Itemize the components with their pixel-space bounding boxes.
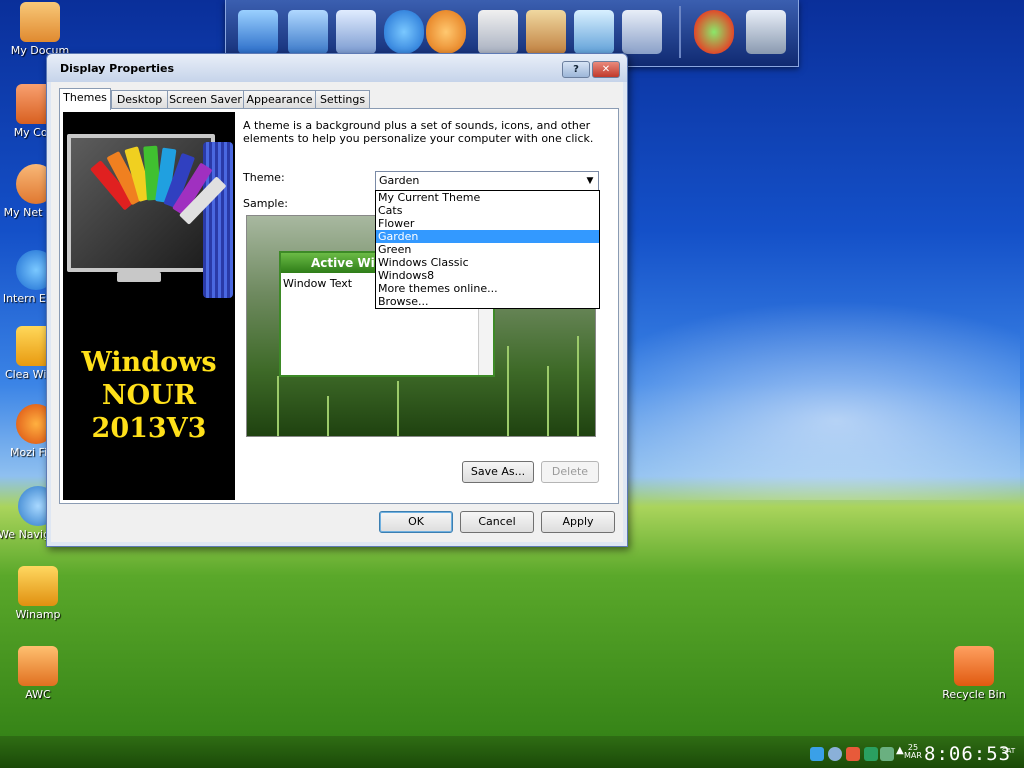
banner-line-1: Windows: [81, 347, 217, 378]
documents-dock-icon[interactable]: [336, 10, 376, 54]
desktop-icon-recycle-bin[interactable]: Recycle Bin: [934, 646, 1014, 702]
notepad-dock-icon[interactable]: [574, 10, 614, 54]
desktop-icon-my-documents[interactable]: My Docum: [0, 2, 80, 58]
close-button[interactable]: ✕: [592, 61, 620, 78]
theme-select-value: Garden: [379, 174, 420, 187]
cancel-button[interactable]: Cancel: [460, 511, 534, 533]
theme-description: A theme is a background plus a set of so…: [243, 119, 594, 145]
theme-option[interactable]: Windows8: [376, 269, 599, 282]
banner-line-3: 2013V3: [91, 413, 207, 444]
control-panel-dock-icon[interactable]: [622, 10, 662, 54]
tab-appearance[interactable]: Appearance: [243, 90, 316, 109]
tray-date: 25 MAR: [903, 744, 923, 760]
grass-blade: [277, 376, 279, 436]
theme-option[interactable]: Browse...: [376, 295, 599, 308]
sample-window-text: Window Text: [283, 277, 353, 290]
theme-dropdown-list[interactable]: My Current Theme Cats Flower Garden Gree…: [375, 190, 600, 309]
recycle-bin-dock-icon[interactable]: [746, 10, 786, 54]
apply-button[interactable]: Apply: [541, 511, 615, 533]
recycle-bin-icon: [954, 646, 994, 686]
display-tray-icon[interactable]: [810, 747, 824, 761]
grass-blade: [577, 336, 579, 436]
grass-blade: [507, 346, 509, 436]
brand-banner: Windows NOUR 2013V3: [63, 112, 235, 500]
tab-themes[interactable]: Themes: [59, 88, 111, 110]
grass-blade: [327, 396, 329, 436]
theme-option[interactable]: More themes online...: [376, 282, 599, 295]
network-tray-icon[interactable]: [864, 747, 878, 761]
windows-start-dock-icon[interactable]: [694, 10, 734, 54]
sample-label: Sample:: [243, 197, 288, 210]
title-bar[interactable]: Display Properties ? ✕: [47, 54, 627, 82]
speaker-illustration: [203, 142, 233, 298]
security-tray-icon[interactable]: [846, 747, 860, 761]
grass-blade: [547, 366, 549, 436]
tab-screen-saver[interactable]: Screen Saver: [167, 90, 244, 109]
theme-option[interactable]: My Current Theme: [376, 191, 599, 204]
tray-weekday: SAT: [1002, 747, 1016, 755]
clock-tray-icon[interactable]: [828, 747, 842, 761]
delete-button[interactable]: Delete: [541, 461, 599, 483]
themes-tab-panel: Windows NOUR 2013V3 A theme is a backgro…: [59, 108, 619, 504]
theme-option[interactable]: Green: [376, 243, 599, 256]
winamp-icon: [18, 566, 58, 606]
display-properties-window: Display Properties ? ✕ Themes Desktop Sc…: [46, 53, 628, 547]
theme-select[interactable]: Garden ▼: [375, 171, 599, 191]
desktop-icon-awc[interactable]: AWC: [0, 646, 78, 702]
tray-month: MAR: [904, 751, 922, 760]
folder-icon: [20, 2, 60, 42]
chevron-down-icon[interactable]: ▼: [582, 172, 598, 190]
theme-option-selected[interactable]: Garden: [376, 230, 599, 243]
banner-text: Windows NOUR 2013V3: [63, 346, 235, 445]
window-client-area: Themes Desktop Screen Saver Appearance S…: [51, 82, 623, 542]
desktop-icon-winamp[interactable]: Winamp: [0, 566, 78, 622]
background-clouds: [560, 300, 1020, 500]
help-button[interactable]: ?: [562, 61, 590, 78]
awc-icon: [18, 646, 58, 686]
theme-option[interactable]: Flower: [376, 217, 599, 230]
paint-dock-icon[interactable]: [526, 10, 566, 54]
sample-window-title: Active Win: [311, 256, 384, 270]
save-as-button[interactable]: Save As...: [462, 461, 534, 483]
tab-desktop[interactable]: Desktop: [111, 90, 168, 109]
grass-blade: [397, 381, 399, 436]
media-player-dock-icon[interactable]: [426, 10, 466, 54]
window-title: Display Properties: [60, 62, 175, 75]
monitor-stand: [117, 272, 161, 282]
system-tray: ▲ 25 MAR 8:06:53 SAT: [806, 741, 1024, 768]
theme-option[interactable]: Cats: [376, 204, 599, 217]
internet-explorer-dock-icon[interactable]: [384, 10, 424, 54]
tab-settings[interactable]: Settings: [315, 90, 370, 109]
computer-dock-icon[interactable]: [238, 10, 278, 54]
network-dock-icon[interactable]: [288, 10, 328, 54]
volume-tray-icon[interactable]: [880, 747, 894, 761]
calculator-dock-icon[interactable]: [478, 10, 518, 54]
theme-option[interactable]: Windows Classic: [376, 256, 599, 269]
ok-button[interactable]: OK: [379, 511, 453, 533]
dock-separator: [679, 6, 681, 58]
tray-clock[interactable]: 8:06:53: [924, 743, 1011, 765]
banner-line-2: NOUR: [101, 380, 197, 411]
theme-label: Theme:: [243, 171, 285, 184]
